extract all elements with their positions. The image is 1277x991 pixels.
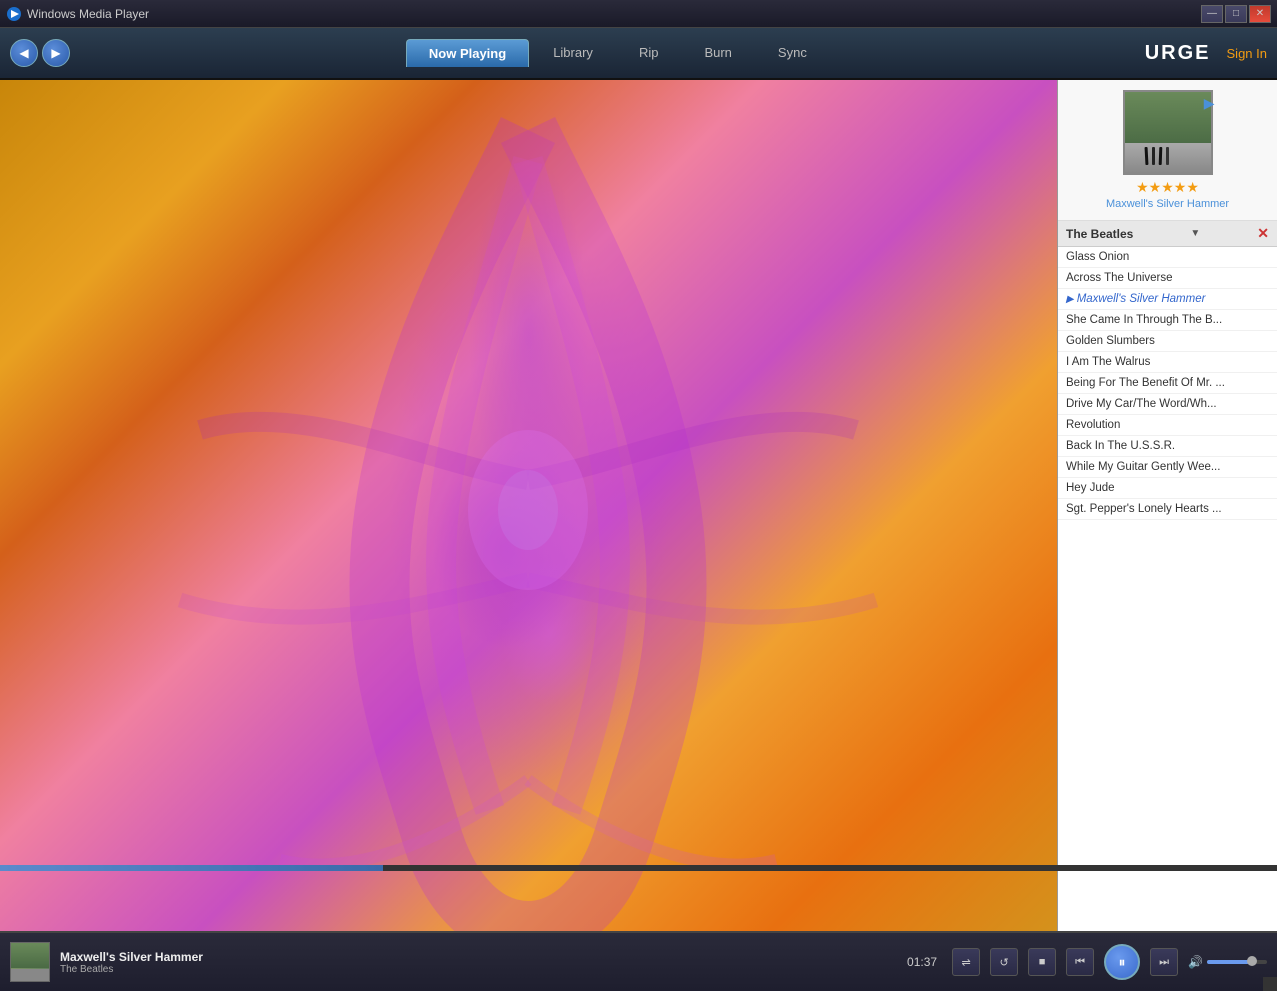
expand-arrow[interactable]: ▶ bbox=[1204, 95, 1215, 112]
playlist-item[interactable]: Hey Jude bbox=[1058, 478, 1277, 499]
album-art-container: ▶ bbox=[1123, 90, 1213, 175]
tab-burn[interactable]: Burn bbox=[682, 39, 753, 67]
stop-button[interactable]: ■ bbox=[1028, 948, 1056, 976]
playlist-item[interactable]: While My Guitar Gently Wee... bbox=[1058, 457, 1277, 478]
sign-in-link[interactable]: Sign In bbox=[1227, 46, 1267, 61]
tab-now-playing[interactable]: Now Playing bbox=[406, 39, 529, 67]
close-window-button[interactable]: ✕ bbox=[1249, 5, 1271, 23]
playing-arrow: ▶ bbox=[1066, 294, 1074, 305]
playlist-item[interactable]: Across The Universe bbox=[1058, 268, 1277, 289]
main-content: ▶ ★★★★★ Maxwell's Silver Hammer The Beat… bbox=[0, 80, 1277, 931]
volume-area: 🔊 bbox=[1188, 955, 1267, 969]
repeat-button[interactable]: ↺ bbox=[990, 948, 1018, 976]
visualization-area bbox=[0, 80, 1057, 931]
time-display: 01:37 bbox=[907, 955, 942, 969]
now-playing-thumbnail bbox=[10, 942, 50, 982]
playlist-item[interactable]: Sgt. Pepper's Lonely Hearts ... bbox=[1058, 499, 1277, 520]
nav-tabs: Now Playing Library Rip Burn Sync bbox=[90, 39, 1145, 67]
album-art bbox=[1123, 90, 1213, 175]
nav-arrows: ◀ ▶ bbox=[10, 39, 70, 67]
playlist-item[interactable]: Back In The U.S.S.R. bbox=[1058, 436, 1277, 457]
playlist-item[interactable]: Revolution bbox=[1058, 415, 1277, 436]
playlist-item[interactable]: Glass Onion bbox=[1058, 247, 1277, 268]
volume-thumb[interactable] bbox=[1247, 956, 1257, 966]
play-pause-button[interactable]: ⏸ bbox=[1104, 944, 1140, 980]
right-panel: ▶ ★★★★★ Maxwell's Silver Hammer The Beat… bbox=[1057, 80, 1277, 931]
playlist-artist: The Beatles bbox=[1066, 227, 1133, 241]
volume-bar[interactable] bbox=[1207, 960, 1267, 964]
progress-bar[interactable] bbox=[0, 865, 1277, 871]
shuffle-button[interactable]: ⇌ bbox=[952, 948, 980, 976]
track-name: Maxwell's Silver Hammer bbox=[60, 950, 897, 964]
window-title: Windows Media Player bbox=[27, 7, 1201, 21]
album-title[interactable]: Maxwell's Silver Hammer bbox=[1106, 198, 1229, 210]
app-icon bbox=[6, 6, 22, 22]
nav-bar: ◀ ▶ Now Playing Library Rip Burn Sync UR… bbox=[0, 28, 1277, 80]
title-bar: Windows Media Player — □ ✕ bbox=[0, 0, 1277, 28]
tab-library[interactable]: Library bbox=[531, 39, 615, 67]
urge-logo[interactable]: URGE bbox=[1145, 42, 1211, 65]
playlist-item[interactable]: I Am The Walrus bbox=[1058, 352, 1277, 373]
prev-button[interactable]: ⏮ bbox=[1066, 948, 1094, 976]
title-bar-buttons: — □ ✕ bbox=[1201, 5, 1271, 23]
resize-corner[interactable] bbox=[1263, 977, 1277, 991]
progress-fill bbox=[0, 865, 383, 871]
playlist-header: The Beatles ▼ ✕ bbox=[1058, 221, 1277, 247]
forward-button[interactable]: ▶ bbox=[42, 39, 70, 67]
thumb-road bbox=[11, 969, 49, 981]
controls-bar: Maxwell's Silver Hammer The Beatles 01:3… bbox=[0, 931, 1277, 991]
nav-right: URGE Sign In bbox=[1145, 42, 1267, 65]
rating-stars[interactable]: ★★★★★ bbox=[1136, 179, 1199, 196]
back-button[interactable]: ◀ bbox=[10, 39, 38, 67]
playlist-item[interactable]: Being For The Benefit Of Mr. ... bbox=[1058, 373, 1277, 394]
album-section: ▶ ★★★★★ Maxwell's Silver Hammer bbox=[1058, 80, 1277, 221]
viz-svg bbox=[0, 80, 1057, 931]
volume-fill bbox=[1207, 960, 1249, 964]
playlist-item[interactable]: She Came In Through The B... bbox=[1058, 310, 1277, 331]
playlist-item[interactable]: Golden Slumbers bbox=[1058, 331, 1277, 352]
volume-icon: 🔊 bbox=[1188, 955, 1203, 969]
track-info: Maxwell's Silver Hammer The Beatles bbox=[60, 950, 897, 975]
next-button[interactable]: ⏭ bbox=[1150, 948, 1178, 976]
playlist-dropdown[interactable]: ▼ bbox=[1190, 228, 1200, 239]
tab-rip[interactable]: Rip bbox=[617, 39, 681, 67]
minimize-button[interactable]: — bbox=[1201, 5, 1223, 23]
playlist: Glass Onion Across The Universe▶ Maxwell… bbox=[1058, 247, 1277, 931]
playlist-item[interactable]: ▶ Maxwell's Silver Hammer bbox=[1058, 289, 1277, 310]
playlist-item[interactable]: Drive My Car/The Word/Wh... bbox=[1058, 394, 1277, 415]
playlist-close-button[interactable]: ✕ bbox=[1257, 225, 1269, 242]
track-artist: The Beatles bbox=[60, 964, 897, 975]
tab-sync[interactable]: Sync bbox=[756, 39, 829, 67]
maximize-button[interactable]: □ bbox=[1225, 5, 1247, 23]
